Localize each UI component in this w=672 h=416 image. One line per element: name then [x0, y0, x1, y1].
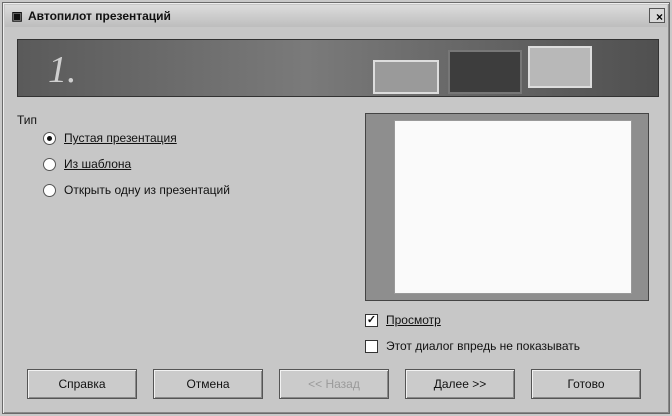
radio-button[interactable] — [43, 157, 56, 171]
radio-button[interactable] — [43, 183, 56, 197]
banner-photo-1 — [373, 60, 439, 94]
preview-checkbox-label: Просмотр — [386, 313, 441, 327]
presentation-app-icon: ▣ — [11, 9, 23, 23]
next-button[interactable]: Далее >> — [405, 369, 515, 399]
autopilot-dialog: ▣ Автопилот презентаций × 1. Тип Пустая … — [2, 2, 670, 414]
button-bar: Справка Отмена << Назад Далее >> Готово — [27, 369, 663, 401]
radio-label: Открыть одну из презентаций — [64, 183, 230, 197]
step-number: 1. — [48, 49, 77, 91]
radio-label: Из шаблона — [64, 157, 132, 171]
radio-label: Пустая презентация — [64, 131, 177, 145]
finish-button[interactable]: Готово — [531, 369, 641, 399]
help-button[interactable]: Справка — [27, 369, 137, 399]
radio-empty-presentation[interactable]: Пустая презентация — [43, 131, 177, 145]
title-bar[interactable]: ▣ Автопилот презентаций × — [5, 5, 667, 27]
type-group-label: Тип — [17, 113, 38, 127]
preview-checkbox[interactable]: ✓ — [365, 313, 378, 327]
dont-show-checkbox[interactable] — [365, 339, 378, 353]
radio-from-template[interactable]: Из шаблона — [43, 157, 131, 171]
preview-frame — [365, 113, 649, 301]
banner-photo-3 — [528, 46, 592, 88]
window-title: Автопилот презентаций — [28, 9, 171, 23]
cancel-button[interactable]: Отмена — [153, 369, 263, 399]
close-button[interactable]: × — [649, 8, 665, 24]
radio-button[interactable] — [43, 131, 56, 145]
preview-page — [394, 120, 632, 294]
back-button[interactable]: << Назад — [279, 369, 389, 399]
radio-open-presentation[interactable]: Открыть одну из презентаций — [43, 183, 230, 197]
banner-photo-2 — [448, 50, 522, 94]
dont-show-checkbox-label: Этот диалог впредь не показывать — [386, 339, 581, 353]
dont-show-checkbox-row[interactable]: Этот диалог впредь не показывать — [365, 339, 580, 353]
wizard-banner: 1. — [17, 39, 659, 97]
preview-checkbox-row[interactable]: ✓ Просмотр — [365, 313, 441, 327]
